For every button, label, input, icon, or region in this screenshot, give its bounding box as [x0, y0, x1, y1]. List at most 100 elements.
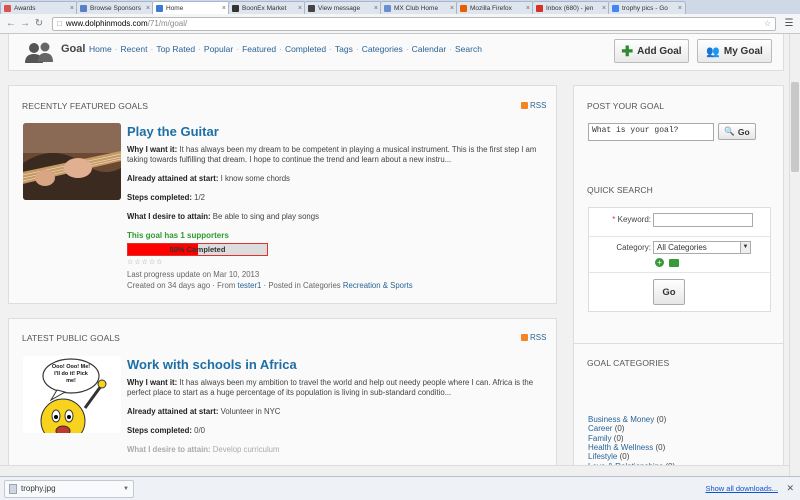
- nav-separator: ·: [236, 44, 240, 54]
- close-icon[interactable]: ×: [222, 5, 226, 12]
- close-icon[interactable]: ×: [602, 5, 606, 12]
- desire-line: What I desire to attain: Be able to sing…: [127, 212, 319, 222]
- author-link[interactable]: tester1: [238, 281, 262, 290]
- nav-link[interactable]: Tags: [335, 44, 353, 54]
- browser-tab[interactable]: View message ×: [304, 1, 382, 14]
- vertical-scroll-thumb[interactable]: [791, 82, 799, 172]
- folder-icon[interactable]: [669, 259, 679, 267]
- show-all-downloads-link[interactable]: Show all downloads...: [705, 484, 778, 493]
- category-count: (0): [614, 424, 625, 434]
- browser-tab[interactable]: trophy pics - Go ×: [608, 1, 686, 14]
- category-count: (0): [613, 433, 624, 443]
- browser-tab[interactable]: BoonEx Market ×: [228, 1, 306, 14]
- desire-label: What I desire to attain:: [127, 445, 211, 454]
- nav-link[interactable]: Recent: [121, 44, 148, 54]
- desire-line: What I desire to attain: Develop curricu…: [127, 445, 280, 455]
- quick-search-go-button[interactable]: Go: [653, 279, 685, 305]
- nav-link[interactable]: Featured: [242, 44, 276, 54]
- attained-label: Already attained at start:: [127, 407, 219, 416]
- created-text: Created on 34 days ago: [127, 281, 211, 290]
- post-goal-go-button[interactable]: 🔍 Go: [718, 123, 756, 140]
- download-item[interactable]: trophy.jpg ▼: [4, 479, 134, 498]
- goal-topnav: Goal Home · Recent · Top Rated · Popular · Featu…: [8, 34, 784, 71]
- browser-tab[interactable]: Awards ×: [0, 1, 78, 14]
- quick-search-panel: QUICK SEARCH * Keyword: Category: All Ca…: [573, 175, 784, 363]
- tab-favicon-icon: [4, 4, 11, 12]
- close-icon[interactable]: ×: [298, 5, 302, 12]
- browser-toolbar: ← → ↻ □ www.dolphinmods.com/71/m/goal/ ☆…: [0, 14, 800, 34]
- horizontal-scrollbar[interactable]: [0, 465, 789, 476]
- address-bar[interactable]: □ www.dolphinmods.com/71/m/goal/ ☆: [52, 16, 776, 31]
- why-label: Why I want it:: [127, 378, 178, 387]
- wrench-icon[interactable]: ☰: [782, 18, 796, 29]
- category-item: Business & Money (0): [588, 415, 666, 424]
- browser-tab[interactable]: Home ×: [152, 1, 230, 14]
- progress-label: 50% Completed: [169, 245, 226, 254]
- close-icon[interactable]: ×: [526, 5, 530, 12]
- rss-icon: [521, 102, 528, 109]
- goal-categories-panel: GOAL CATEGORIES Business & Money (0) Care…: [573, 343, 784, 476]
- category-link[interactable]: Recreation & Sports: [343, 281, 413, 290]
- page-content: Goal Home · Recent · Top Rated · Popular · Featu…: [0, 34, 800, 476]
- close-icon[interactable]: ×: [146, 5, 150, 12]
- featured-rss-link[interactable]: RSS: [521, 101, 546, 110]
- category-link[interactable]: Lifestyle: [588, 452, 617, 461]
- chevron-down-icon[interactable]: ▼: [123, 486, 129, 492]
- close-icon[interactable]: ✕: [786, 483, 794, 494]
- users-small-icon: 👥: [706, 45, 720, 58]
- add-circle-icon[interactable]: +: [655, 258, 664, 267]
- tab-label: Home: [166, 4, 184, 12]
- goal-nav-links: Home · Recent · Top Rated · Popular · Featured · C…: [89, 44, 482, 54]
- browser-tab[interactable]: MX Club Home ×: [380, 1, 458, 14]
- rss-label: RSS: [530, 101, 547, 110]
- browser-tab[interactable]: Mozilla Firefox ×: [456, 1, 534, 14]
- forward-icon[interactable]: →: [18, 18, 32, 29]
- nav-link[interactable]: Completed: [285, 44, 326, 54]
- close-icon[interactable]: ×: [70, 5, 74, 12]
- tab-label: MX Club Home: [394, 4, 439, 12]
- close-icon[interactable]: ×: [678, 5, 682, 12]
- goal-title-link[interactable]: Play the Guitar: [127, 124, 219, 139]
- my-goal-button[interactable]: 👥 My Goal: [697, 39, 772, 63]
- tab-label: Browse Sponsors: [90, 4, 141, 12]
- browser-tab[interactable]: Inbox (680) - jen ×: [532, 1, 610, 14]
- reload-icon[interactable]: ↻: [32, 18, 46, 29]
- close-icon[interactable]: ×: [374, 5, 378, 12]
- africa-thumbnail[interactable]: Ooo! Ooo! Me! I'll do it! Pick me!: [23, 356, 121, 433]
- bookmark-star-icon[interactable]: ☆: [764, 19, 771, 28]
- close-icon[interactable]: ×: [450, 5, 454, 12]
- nav-link[interactable]: Categories: [362, 44, 403, 54]
- back-icon[interactable]: ←: [4, 18, 18, 29]
- last-update: Last progress update on Mar 10, 2013: [127, 270, 260, 279]
- required-mark: *: [612, 215, 616, 224]
- latest-rss-link[interactable]: RSS: [521, 333, 546, 342]
- nav-link[interactable]: Search: [455, 44, 482, 54]
- category-link[interactable]: Health & Wellness: [588, 443, 653, 452]
- goal-input[interactable]: What is your goal?: [588, 123, 714, 141]
- browser-tab[interactable]: Browse Sponsors ×: [76, 1, 154, 14]
- category-link[interactable]: Family: [588, 434, 612, 443]
- keyword-label-wrap: * Keyword:: [589, 215, 651, 224]
- guitar-thumbnail[interactable]: [23, 123, 121, 200]
- keyword-input[interactable]: [653, 213, 753, 227]
- category-select[interactable]: All Categories ▼: [653, 241, 751, 254]
- category-item: Family (0): [588, 434, 624, 443]
- nav-link[interactable]: Popular: [204, 44, 233, 54]
- add-goal-button[interactable]: ✚ Add Goal: [614, 39, 689, 63]
- category-link[interactable]: Business & Money: [588, 415, 654, 424]
- category-link[interactable]: Career: [588, 424, 612, 433]
- chevron-down-icon: ▼: [740, 242, 750, 253]
- attained-line: Already attained at start: I know some c…: [127, 174, 290, 184]
- why-line: Why I want it: It has always been my amb…: [127, 378, 542, 398]
- rating-stars[interactable]: ☆☆☆☆☆: [127, 258, 163, 266]
- vertical-scrollbar[interactable]: [789, 34, 800, 476]
- tab-label: Awards: [14, 4, 36, 12]
- progress-bar: 50% Completed: [127, 243, 268, 256]
- tab-label: BoonEx Market: [242, 4, 287, 12]
- goal-title-link[interactable]: Work with schools in Africa: [127, 357, 297, 372]
- nav-link[interactable]: Top Rated: [156, 44, 195, 54]
- tab-favicon-icon: [384, 4, 391, 12]
- nav-link[interactable]: Calendar: [412, 44, 447, 54]
- tab-favicon-icon: [156, 4, 163, 12]
- nav-link[interactable]: Home: [89, 44, 112, 54]
